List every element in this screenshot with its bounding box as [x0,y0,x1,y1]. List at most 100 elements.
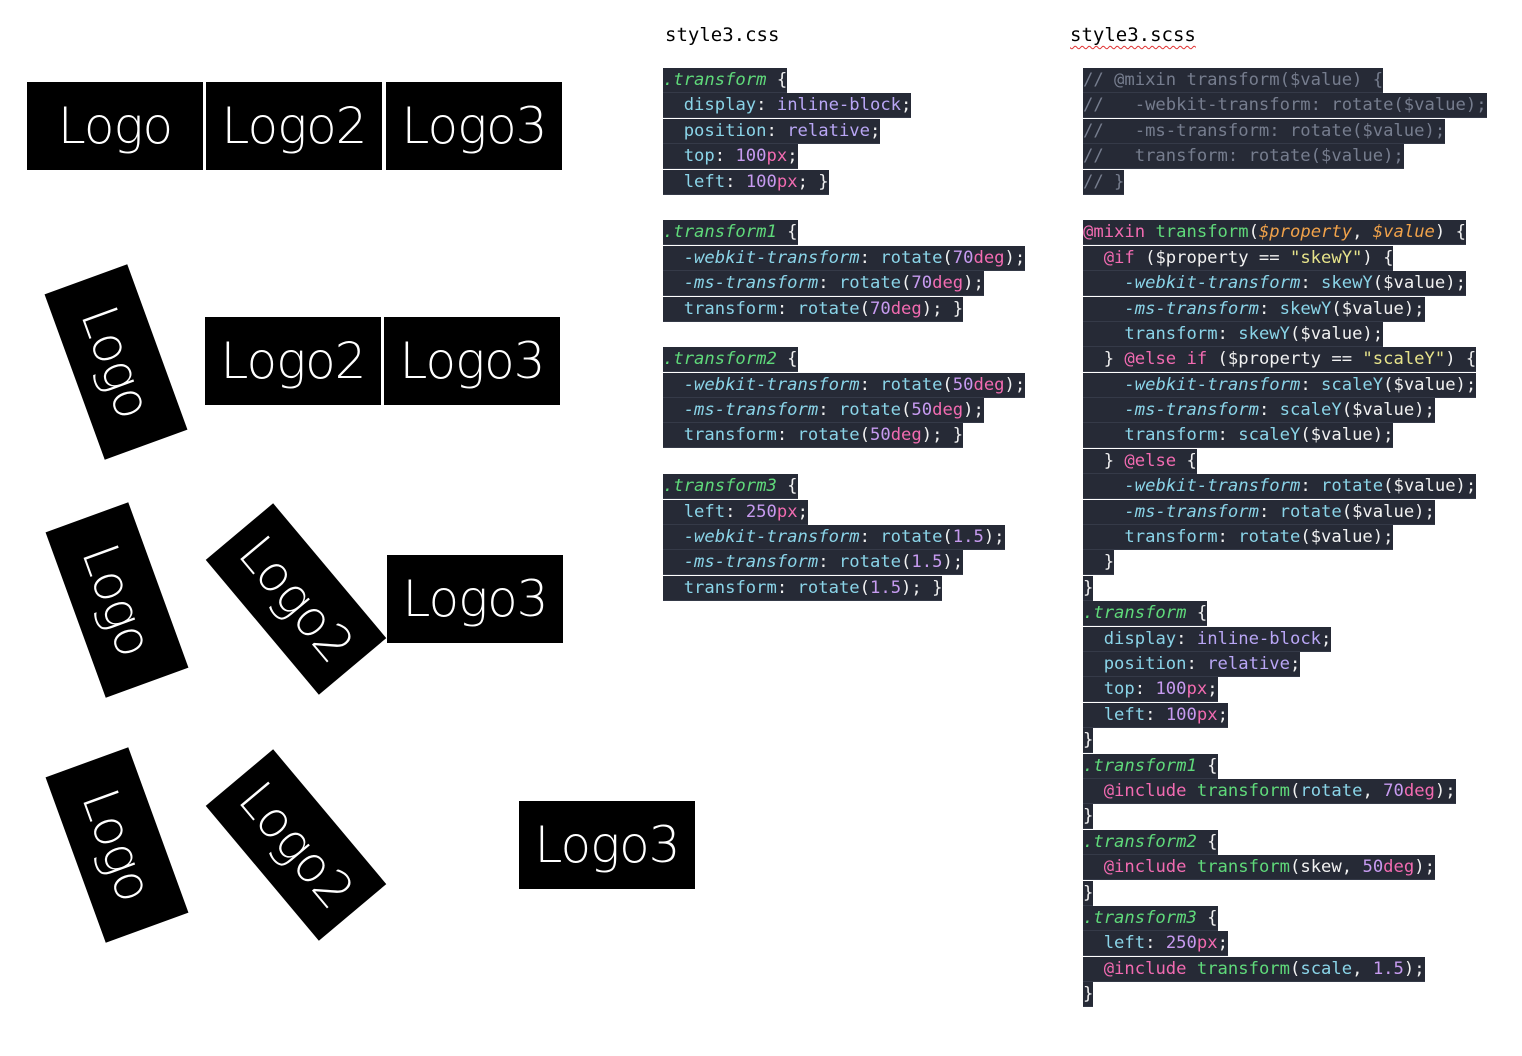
code-line-text: transform: rotate($value); [1083,525,1394,551]
code-token: : [859,527,881,548]
code-token: ; [1207,679,1218,700]
code-line: transform: rotate(1.5); } [663,575,1025,601]
code-line-text: // -webkit-transform: rotate($value); [1083,93,1487,119]
code-token: ( [942,374,953,395]
code-line-text: } [1083,550,1115,576]
code-token: top [683,146,715,167]
code-line-text: .transform { [663,68,788,93]
code-token: deg [1383,857,1415,878]
code-line: } [1083,880,1487,906]
code-line-text: top: 100px; [1083,677,1218,703]
code-token: transform [1196,958,1290,979]
code-token: ( [1290,780,1301,801]
code-token: transform [683,425,777,446]
code-line-text: } @else if ($property == "scaleY") { [1083,347,1477,373]
code-token: : [859,374,881,395]
code-token: : [1217,323,1239,344]
code-token: : [756,95,777,116]
code-token: 250 [745,501,777,522]
code-token: { [776,222,798,243]
code-line-text: -ms-transform: rotate($value); [1083,499,1435,525]
code-token: .transform1 [1083,755,1197,776]
code-line-text: .transform2 { [663,347,798,373]
code-line: display: inline-block; [663,93,1025,119]
code-line: -ms-transform: rotate($value); [1083,499,1487,525]
code-line-text: .transform1 { [1083,753,1218,779]
code-line: } [1083,550,1487,576]
logo-box: Logo [27,82,203,170]
logo-box-rotated: Logo [45,502,189,698]
code-token: : [1300,273,1322,294]
code-line: top: 100px; [1083,677,1487,703]
code-token: -ms-transform [683,273,819,294]
code-line: .transform2 { [663,347,1025,373]
code-line: display: inline-block; [1083,626,1487,652]
code-line-text: transform: rotate(70deg); } [663,296,964,322]
code-token: transform [1124,425,1218,446]
code-token: ); } [921,298,964,319]
code-token: { [776,349,798,370]
code-line: @include transform(scale, 1.5); [1083,956,1487,982]
code-token: // -ms-transform: rotate($value); [1083,120,1446,141]
code-line-text: // } [1083,169,1125,195]
code-line-text: // @mixin transform($value) { [1083,68,1384,93]
code-token: , [1352,958,1373,979]
code-token: rotate [880,374,943,395]
code-line: -ms-transform: rotate(1.5); [663,550,1025,576]
code-token: , [1352,222,1373,243]
code-token: ( [942,527,953,548]
code-line-text: -webkit-transform: rotate(1.5); [663,525,1005,551]
code-token: : [1258,501,1280,522]
code-token: px [1196,704,1218,725]
code-line-text: // -ms-transform: rotate($value); [1083,118,1446,144]
code-line: position: relative; [1083,651,1487,677]
code-line: left: 250px; [1083,931,1487,957]
code-token: transform [683,298,777,319]
logo-box-rotated: Logo [45,747,189,943]
code-token: ); [942,552,964,573]
code-token: : [1145,933,1166,954]
code-token: : [859,247,881,268]
code-token: : [1217,527,1239,548]
code-token: 1.5 [870,577,902,598]
code-token: : [725,501,746,522]
code-token: } [1083,806,1094,827]
code-token: ) { [1362,247,1394,268]
code-token: 1.5 [1372,958,1404,979]
code-line: .transform { [663,68,1025,93]
code-line: position: relative; [663,118,1025,144]
code-line-text: display: inline-block; [663,93,912,119]
code-line-text: top: 100px; [663,144,798,170]
code-token: ( [1290,857,1301,878]
code-line-text: } [1083,728,1094,754]
code-token: 50 [1362,857,1384,878]
code-token: scaleY [1279,400,1342,421]
code-token: ($value); [1331,298,1425,319]
code-token: ); [1004,374,1026,395]
code-token: ($value); [1383,374,1477,395]
code-line-text: transform: skewY($value); [1083,321,1384,347]
code-token: // transform: rotate($value); [1083,146,1404,167]
code-line: -webkit-transform: rotate($value); [1083,474,1487,500]
code-token: -ms-transform [1124,400,1259,421]
code-line-text: transform: rotate(50deg); } [663,423,964,449]
code-token: $property [1258,222,1353,243]
code-token: @else [1124,450,1177,471]
code-token: transform [1124,323,1218,344]
code-token: "scaleY" [1362,349,1446,370]
code-token: skewY [1321,273,1373,294]
code-token: ($value); [1300,425,1394,446]
code-token: deg [890,298,922,319]
code-line: transform: scaleY($value); [1083,423,1487,449]
code-line: @mixin transform($property, $value) { [1083,220,1487,246]
code-line-text: } [1083,982,1094,1008]
